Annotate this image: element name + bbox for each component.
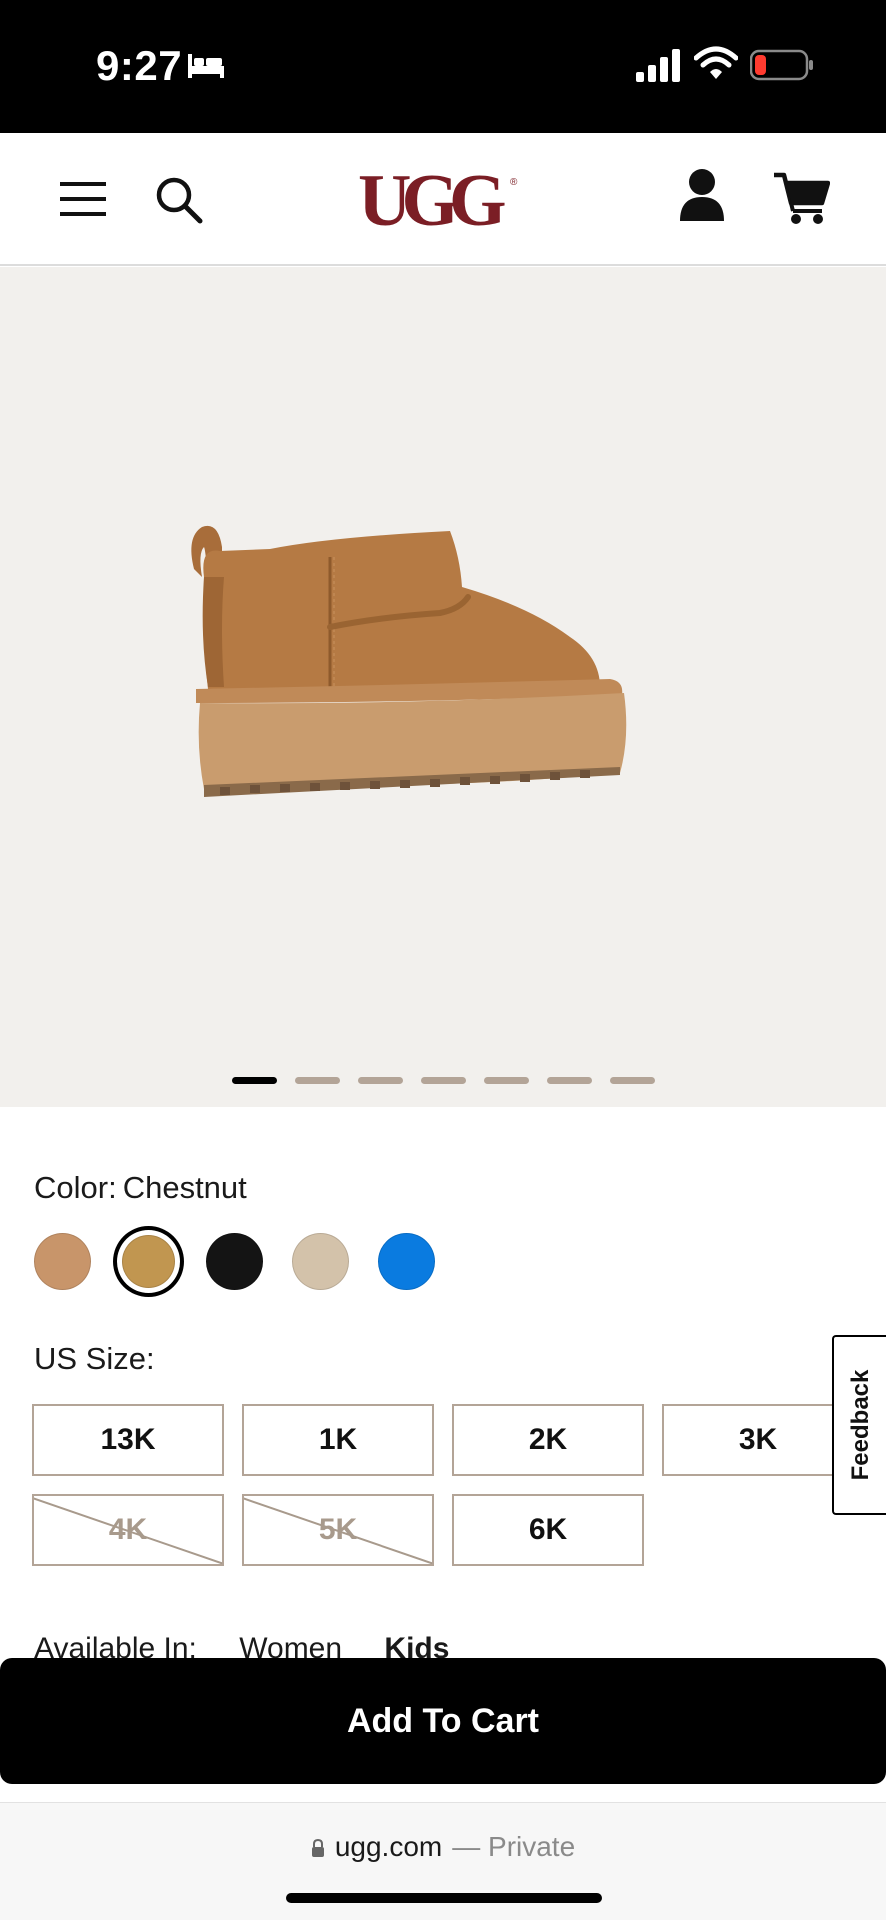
color-label-text: Color: xyxy=(34,1170,117,1205)
status-time: 9:27 xyxy=(96,42,183,89)
sleep-focus-icon xyxy=(188,54,224,78)
add-to-cart-button[interactable]: Add To Cart xyxy=(0,1658,886,1784)
color-swatch[interactable] xyxy=(122,1235,175,1288)
cellular-signal-icon xyxy=(636,49,680,82)
color-label: Color: Chestnut xyxy=(34,1170,247,1206)
size-option-button[interactable]: 1K xyxy=(242,1404,434,1476)
ugg-logo[interactable]: UGG ® xyxy=(356,163,520,235)
status-bar: 9:27 xyxy=(0,0,886,133)
pager-dot[interactable] xyxy=(547,1077,592,1084)
color-swatch[interactable] xyxy=(34,1233,91,1290)
feedback-label: Feedback xyxy=(847,1369,874,1481)
pager-dot[interactable] xyxy=(232,1077,277,1084)
private-mode-label: — Private xyxy=(452,1831,576,1862)
feedback-tab[interactable]: Feedback xyxy=(832,1335,886,1515)
product-image[interactable] xyxy=(180,517,710,817)
lock-icon xyxy=(311,1839,324,1857)
image-pager[interactable] xyxy=(232,1077,655,1085)
svg-text:®: ® xyxy=(510,177,518,188)
pager-dot[interactable] xyxy=(484,1077,529,1084)
browser-address-bar[interactable]: ugg.com — Private xyxy=(0,1802,886,1920)
pager-dot[interactable] xyxy=(610,1077,655,1084)
color-swatch[interactable] xyxy=(292,1233,349,1290)
site-header: UGG ® xyxy=(0,133,886,266)
color-swatch[interactable] xyxy=(378,1233,435,1290)
product-image-gallery[interactable] xyxy=(0,267,886,1107)
pager-dot[interactable] xyxy=(421,1077,466,1084)
url-display[interactable]: ugg.com — Private xyxy=(0,1831,886,1863)
logo-text: UGG xyxy=(358,163,505,235)
pager-dot[interactable] xyxy=(358,1077,403,1084)
selected-color-name: Chestnut xyxy=(122,1170,247,1205)
battery-icon xyxy=(750,49,813,81)
size-option-button[interactable]: 6K xyxy=(452,1494,644,1566)
search-icon[interactable] xyxy=(152,173,206,227)
home-indicator[interactable] xyxy=(286,1893,602,1903)
size-option-button[interactable]: 3K xyxy=(662,1404,854,1476)
size-option-button: 4K xyxy=(32,1494,224,1566)
hamburger-menu-icon[interactable] xyxy=(58,173,110,225)
color-swatch[interactable] xyxy=(206,1233,263,1290)
size-option-button[interactable]: 2K xyxy=(452,1404,644,1476)
account-icon[interactable] xyxy=(678,167,726,223)
color-swatches xyxy=(34,1233,435,1290)
size-option-button[interactable]: 13K xyxy=(32,1404,224,1476)
url-domain: ugg.com xyxy=(334,1831,443,1862)
shopping-cart-icon[interactable] xyxy=(772,171,830,225)
pager-dot[interactable] xyxy=(295,1077,340,1084)
wifi-icon xyxy=(694,46,738,79)
size-label: US Size: xyxy=(34,1341,155,1376)
size-option-button: 5K xyxy=(242,1494,434,1566)
